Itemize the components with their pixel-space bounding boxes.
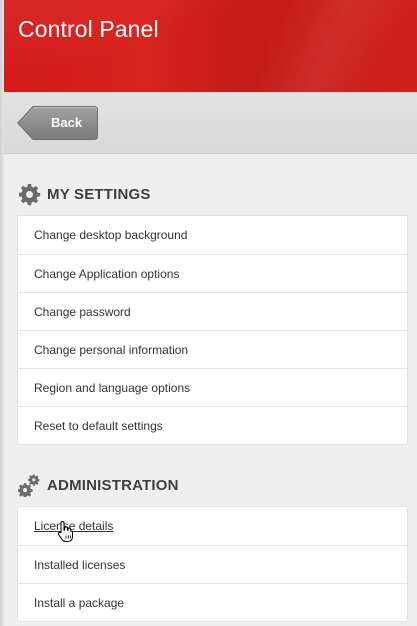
section-title-my-settings: MY SETTINGS [47,186,151,203]
section-title-administration: ADMINISTRATION [47,476,179,494]
page-title: Control Panel [18,16,159,42]
list-item-label: Change Application options [34,266,180,281]
back-button[interactable]: Back [17,106,98,140]
list-item-license-details[interactable]: License details [18,507,407,545]
list-item-change-personal-information[interactable]: Change personal information [18,330,407,368]
list-item-change-desktop-background[interactable]: Change desktop background [18,216,407,254]
my-settings-list: Change desktop background Change Applica… [17,215,408,445]
list-item-label: License details [34,519,114,533]
list-item-label: Reset to default settings [34,418,163,433]
gears-icon [18,474,40,497]
list-item-label: Change password [34,304,131,319]
gear-icon [18,183,41,206]
list-item-reset-to-default-settings[interactable]: Reset to default settings [18,406,407,444]
list-item-installed-licenses[interactable]: Installed licenses [18,545,407,583]
list-item-label: Install a package [34,595,125,610]
list-item-change-password[interactable]: Change password [18,292,407,330]
list-item-install-a-package[interactable]: Install a package [18,583,407,621]
list-item-region-and-language-options[interactable]: Region and language options [18,368,407,406]
section-header-administration: ADMINISTRATION [18,473,179,497]
list-item-label: Change personal information [34,342,189,357]
administration-list: License details Installed licenses Insta… [17,506,408,622]
list-item-label: Region and language options [34,380,191,395]
app-header: Control Panel [0,0,417,92]
window-border [0,0,4,626]
section-header-my-settings: MY SETTINGS [18,183,151,206]
list-item-label: Change desktop background [34,228,188,242]
list-item-label: Installed licenses [34,557,126,572]
list-item-change-application-options[interactable]: Change Application options [18,254,407,292]
back-button-label: Back [51,115,83,130]
